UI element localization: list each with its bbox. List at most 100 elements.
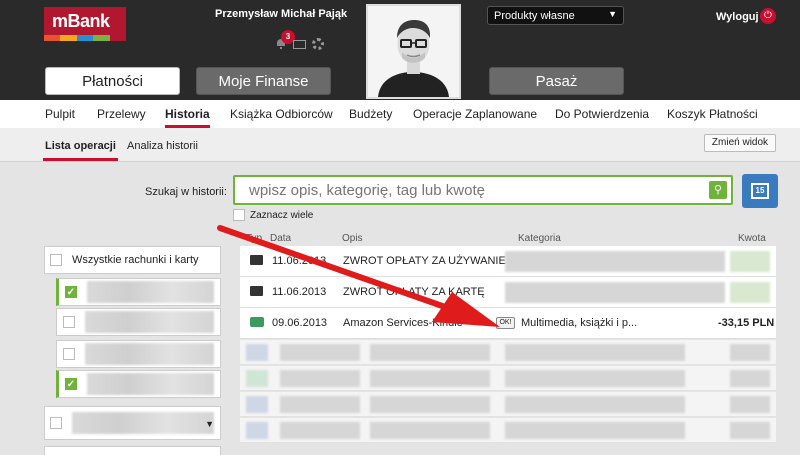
chevron-down-icon: ▼ <box>608 9 617 19</box>
nav-ksiazka-odbiorcow[interactable]: Książka Odbiorców <box>230 107 333 121</box>
redacted-cell <box>370 396 490 413</box>
mbank-logo[interactable]: mBank <box>44 7 126 35</box>
table-row[interactable] <box>240 340 776 365</box>
redacted-cell <box>730 422 770 439</box>
redacted-category <box>505 251 725 272</box>
col-data[interactable]: Data <box>270 233 291 244</box>
redacted-cell <box>246 396 268 413</box>
folder-icon <box>250 286 263 296</box>
mail-icon[interactable] <box>293 39 306 49</box>
redacted-cell <box>280 370 360 387</box>
ok-badge[interactable]: OK! <box>496 317 515 329</box>
search-box: ⚲ <box>233 175 733 205</box>
table-row[interactable]: 11.06.2013 ZWROT OPŁATY ZA UŻYWANIE K... <box>240 246 776 277</box>
avatar <box>366 4 461 99</box>
redacted-cell <box>246 344 268 361</box>
col-kwota: Kwota <box>738 233 766 244</box>
redacted-cell <box>505 370 685 387</box>
nav-przelewy[interactable]: Przelewy <box>97 107 146 121</box>
notifications-icon[interactable]: 3 <box>275 30 295 50</box>
redacted-cell <box>730 344 770 361</box>
search-input[interactable] <box>235 177 695 203</box>
redacted-cell <box>730 370 770 387</box>
redacted-cell <box>370 344 490 361</box>
row-date: 11.06.2013 <box>272 255 327 267</box>
user-name: Przemysław Michał Pająk <box>215 8 348 20</box>
user-icons: 3 <box>275 30 324 52</box>
account-group-checkbox[interactable] <box>50 417 62 429</box>
redacted-cell <box>505 422 685 439</box>
tab-platnosci[interactable]: Płatności <box>45 67 180 95</box>
tab-moje-finanse[interactable]: Moje Finanse <box>196 67 331 95</box>
power-icon[interactable]: ⏻ <box>760 8 776 24</box>
nav-koszyk-platnosci[interactable]: Koszyk Płatności <box>667 107 758 121</box>
gear-icon[interactable] <box>312 38 324 50</box>
tab-lista-operacji[interactable]: Lista operacji <box>43 140 118 161</box>
redacted-cell <box>280 422 360 439</box>
table-header: Typ Data Opis Kategoria Kwota <box>246 230 776 246</box>
nav-historia[interactable]: Historia <box>165 107 210 128</box>
account-checkbox[interactable] <box>63 316 75 328</box>
account-checkbox[interactable]: ✓ <box>65 286 77 298</box>
calendar-button[interactable]: 15 <box>742 174 778 208</box>
products-select[interactable]: Produkty własne ▼ <box>487 6 624 25</box>
nav-do-potwierdzenia[interactable]: Do Potwierdzenia <box>555 107 649 121</box>
redacted-cell <box>246 422 268 439</box>
search-icon[interactable]: ⚲ <box>709 181 727 199</box>
redacted-cell <box>730 396 770 413</box>
redacted-account <box>72 412 214 434</box>
redacted-account <box>87 281 214 303</box>
nav-operacje-zaplanowane[interactable]: Operacje Zaplanowane <box>413 107 537 121</box>
table-row[interactable] <box>240 366 776 391</box>
multi-select-toggle[interactable]: Zaznacz wiele <box>233 209 313 221</box>
logo-color-bar <box>44 35 127 41</box>
account-group-dropdown[interactable]: ▼ <box>44 406 221 440</box>
redacted-cell <box>370 370 490 387</box>
nav-pulpit[interactable]: Pulpit <box>45 107 75 121</box>
tab-analiza-historii[interactable]: Analiza historii <box>127 140 198 152</box>
account-item[interactable] <box>56 308 221 336</box>
row-desc: ZWROT OPŁATY ZA KARTĘ <box>343 286 485 298</box>
card-icon <box>250 317 264 327</box>
col-opis: Opis <box>342 233 363 244</box>
table-row[interactable]: 09.06.2013 Amazon Services-Kindle OK! Mu… <box>240 308 776 339</box>
redacted-account <box>85 311 214 333</box>
col-typ: Typ <box>246 233 263 244</box>
history-subtabs: Lista operacji Analiza historii <box>0 128 800 162</box>
redacted-cell <box>280 396 360 413</box>
row-desc: Amazon Services-Kindle <box>343 317 463 329</box>
redacted-amount <box>730 251 770 272</box>
accounts-all[interactable]: Wszystkie rachunki i karty <box>44 246 221 274</box>
multi-select-checkbox[interactable] <box>233 209 245 221</box>
row-desc: ZWROT OPŁATY ZA UŻYWANIE K... <box>343 255 526 267</box>
col-kategoria: Kategoria <box>518 233 561 244</box>
row-category[interactable]: Multimedia, książki i p... <box>521 317 637 329</box>
account-checkbox[interactable] <box>63 348 75 360</box>
redacted-amount <box>730 282 770 303</box>
table-row[interactable]: 11.06.2013 ZWROT OPŁATY ZA KARTĘ <box>240 277 776 308</box>
row-amount: -33,15 PLN <box>718 317 775 329</box>
folder-icon <box>250 255 263 265</box>
redacted-cell <box>370 422 490 439</box>
change-view-button[interactable]: Zmień widok <box>704 134 776 152</box>
account-group-dropdown[interactable] <box>44 446 221 455</box>
chevron-down-icon: ▼ <box>205 419 214 429</box>
calendar-icon: 15 <box>751 183 769 199</box>
account-item[interactable] <box>56 340 221 368</box>
accounts-all-checkbox[interactable] <box>50 254 62 266</box>
tab-pasaz[interactable]: Pasaż <box>489 67 624 95</box>
account-item[interactable]: ✓ <box>56 370 221 398</box>
redacted-account <box>87 373 214 395</box>
nav-budzety[interactable]: Budżety <box>349 107 392 121</box>
logout-link[interactable]: Wyloguj <box>716 11 759 23</box>
account-checkbox[interactable]: ✓ <box>65 378 77 390</box>
redacted-cell <box>505 396 685 413</box>
table-row[interactable] <box>240 392 776 417</box>
redacted-account <box>85 343 214 365</box>
redacted-category <box>505 282 725 303</box>
row-date: 09.06.2013 <box>272 317 328 329</box>
account-item[interactable]: ✓ <box>56 278 221 306</box>
redacted-cell <box>505 344 685 361</box>
search-label: Szukaj w historii: <box>145 186 227 198</box>
table-row[interactable] <box>240 418 776 443</box>
